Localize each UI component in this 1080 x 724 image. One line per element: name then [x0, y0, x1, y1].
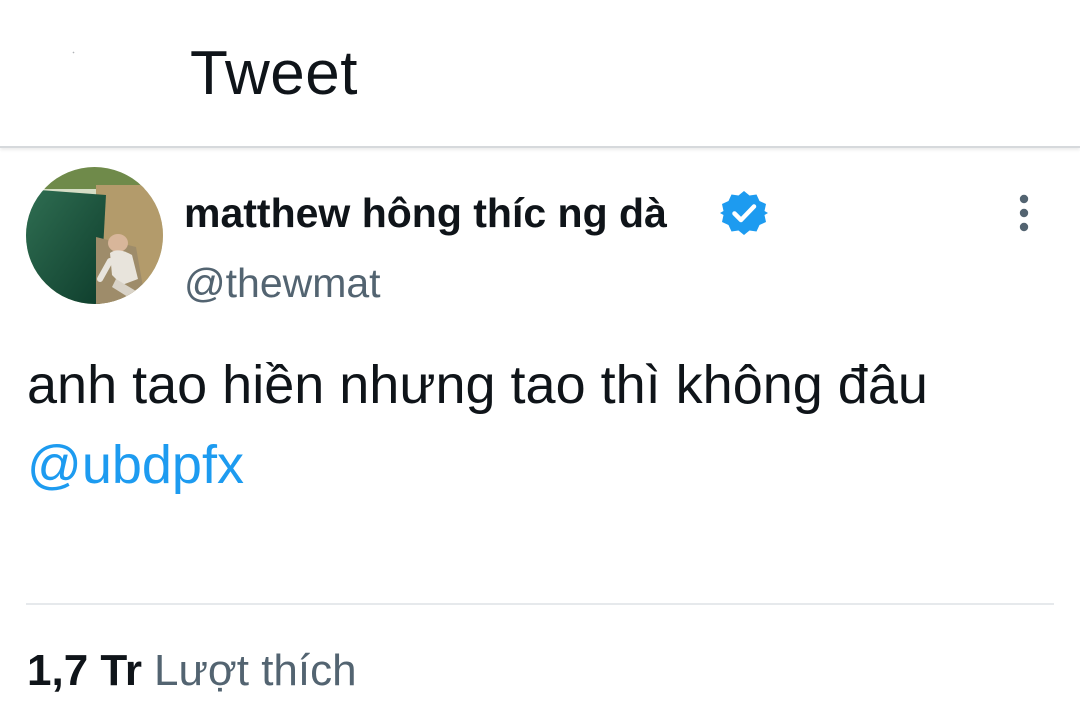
avatar[interactable]	[26, 167, 163, 304]
mention-link[interactable]: @ubdpfx	[27, 425, 244, 505]
verified-badge-icon	[720, 191, 768, 235]
tweet-detail-screen: Tweet matthew hông thíc ng dà @thewmat a…	[0, 0, 1080, 724]
page-title: Tweet	[190, 39, 358, 108]
author-display-name[interactable]: matthew hông thíc ng dà	[184, 188, 667, 238]
top-app-bar: Tweet	[0, 0, 1080, 148]
profile-photo	[26, 167, 163, 304]
author-username[interactable]: @thewmat	[184, 258, 381, 308]
back-button[interactable]	[40, 30, 120, 110]
likes-count: 1,7 Tr	[27, 646, 142, 695]
tweet-body: anh tao hiền nhưng tao thì không đâu @ub…	[27, 345, 1067, 505]
likes-label: Lượt thích	[153, 646, 357, 695]
more-vertical-icon	[1019, 194, 1029, 232]
back-arrow-icon	[72, 51, 75, 54]
tweet-text: anh tao hiền nhưng tao thì không đâu	[27, 355, 928, 415]
more-options-button[interactable]	[1006, 188, 1042, 238]
likes-stat[interactable]: 1,7 Tr Lượt thích	[27, 643, 357, 699]
divider	[26, 603, 1054, 605]
